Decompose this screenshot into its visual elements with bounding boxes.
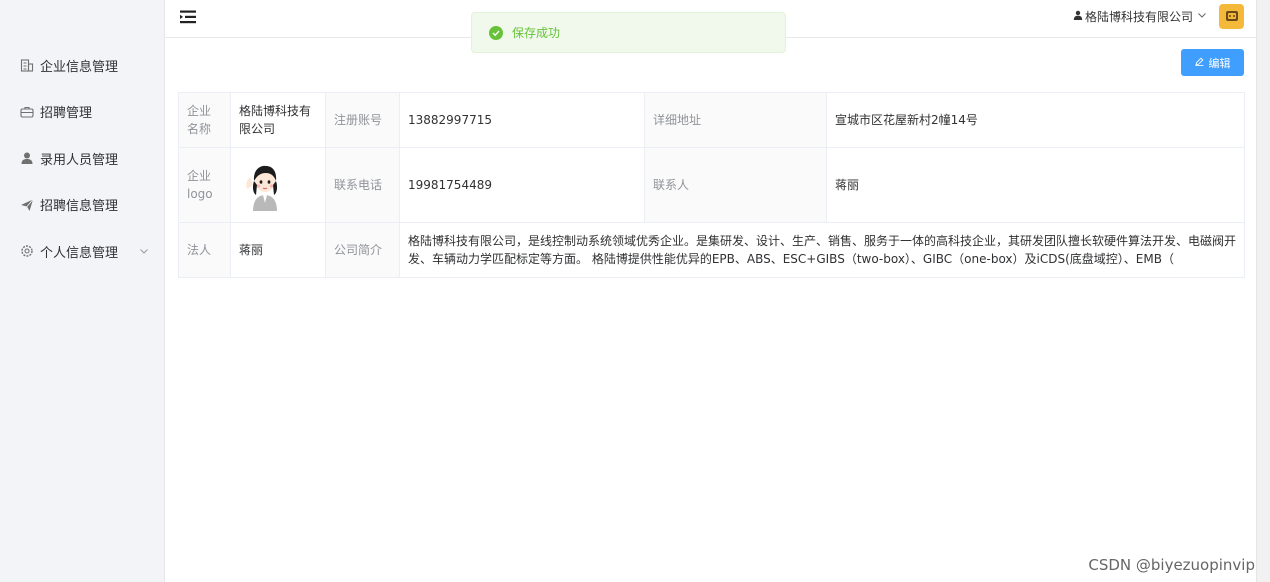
company-name-value: 格陆博科技有限公司: [230, 92, 326, 148]
watermark-text: CSDN @biyezuopinvip: [1088, 556, 1255, 574]
phone-value: 19981754489: [399, 147, 645, 223]
success-toast: 保存成功: [471, 12, 786, 53]
user-area: 格陆博科技有限公司: [1073, 3, 1244, 29]
chevron-down-icon: [1197, 9, 1207, 23]
account-label: 注册账号: [325, 92, 400, 148]
phone-label: 联系电话: [325, 147, 400, 223]
gear-icon: [20, 244, 34, 258]
edit-icon: [1194, 56, 1204, 69]
menu-toggle-icon[interactable]: [179, 9, 197, 25]
sidebar: 企业信息管理 招聘管理 录用人员管理 招聘信息管理 个人信息管理: [0, 0, 165, 582]
sidebar-item-personal-info[interactable]: 个人信息管理: [0, 228, 165, 275]
scrollbar[interactable]: [1256, 0, 1270, 582]
check-circle-icon: [489, 25, 503, 40]
sidebar-menu: 企业信息管理 招聘管理 录用人员管理 招聘信息管理 个人信息管理: [0, 42, 165, 275]
sidebar-item-label: 企业信息管理: [40, 59, 119, 75]
intro-label: 公司简介: [325, 222, 400, 278]
toast-message: 保存成功: [512, 26, 561, 40]
sidebar-item-company-info[interactable]: 企业信息管理: [0, 42, 165, 89]
logo-cell: [230, 147, 326, 223]
send-icon: [20, 198, 34, 212]
person-icon: [1073, 9, 1083, 23]
edit-button-label: 编辑: [1208, 56, 1231, 70]
legal-person-value: 蒋丽: [230, 222, 326, 278]
company-logo-image: [239, 159, 317, 211]
chevron-down-icon: [139, 245, 149, 260]
briefcase-icon: [20, 105, 34, 119]
building-icon: [20, 58, 34, 72]
sidebar-item-label: 招聘信息管理: [40, 199, 119, 215]
legal-person-label: 法人: [178, 222, 231, 278]
user-icon: [20, 151, 34, 165]
table-row: 法人 蒋丽 公司简介 格陆博科技有限公司，是线控制动系统领域优秀企业。是集研发、…: [178, 222, 1245, 278]
sidebar-item-label: 个人信息管理: [40, 245, 119, 261]
edit-button[interactable]: 编辑: [1181, 49, 1244, 76]
intro-value: 格陆博科技有限公司，是线控制动系统领域优秀企业。是集研发、设计、生产、销售、服务…: [399, 222, 1245, 278]
sidebar-item-job-info[interactable]: 招聘信息管理: [0, 182, 165, 229]
user-dropdown[interactable]: 格陆博科技有限公司: [1073, 8, 1219, 25]
sidebar-item-recruitment[interactable]: 招聘管理: [0, 89, 165, 136]
account-value: 13882997715: [399, 92, 645, 148]
logo-label: 企业logo: [178, 147, 231, 223]
contact-label: 联系人: [644, 147, 827, 223]
sidebar-item-label: 录用人员管理: [40, 152, 119, 168]
company-info-table: 企业名称 格陆博科技有限公司 注册账号 13882997715 详细地址 宣城市…: [178, 92, 1245, 278]
avatar[interactable]: [1219, 3, 1244, 29]
table-row: 企业logo 联系电话 19981754489 联系人 蒋丽: [178, 147, 1245, 223]
sidebar-item-label: 招聘管理: [40, 106, 93, 122]
table-row: 企业名称 格陆博科技有限公司 注册账号 13882997715 详细地址 宣城市…: [178, 92, 1245, 148]
address-value: 宣城市区花屋新村2幢14号: [826, 92, 1245, 148]
contact-value: 蒋丽: [826, 147, 1245, 223]
address-label: 详细地址: [644, 92, 827, 148]
company-name-label: 企业名称: [178, 92, 231, 148]
sidebar-item-hired-staff[interactable]: 录用人员管理: [0, 135, 165, 182]
user-name-text: 格陆博科技有限公司: [1084, 9, 1193, 24]
